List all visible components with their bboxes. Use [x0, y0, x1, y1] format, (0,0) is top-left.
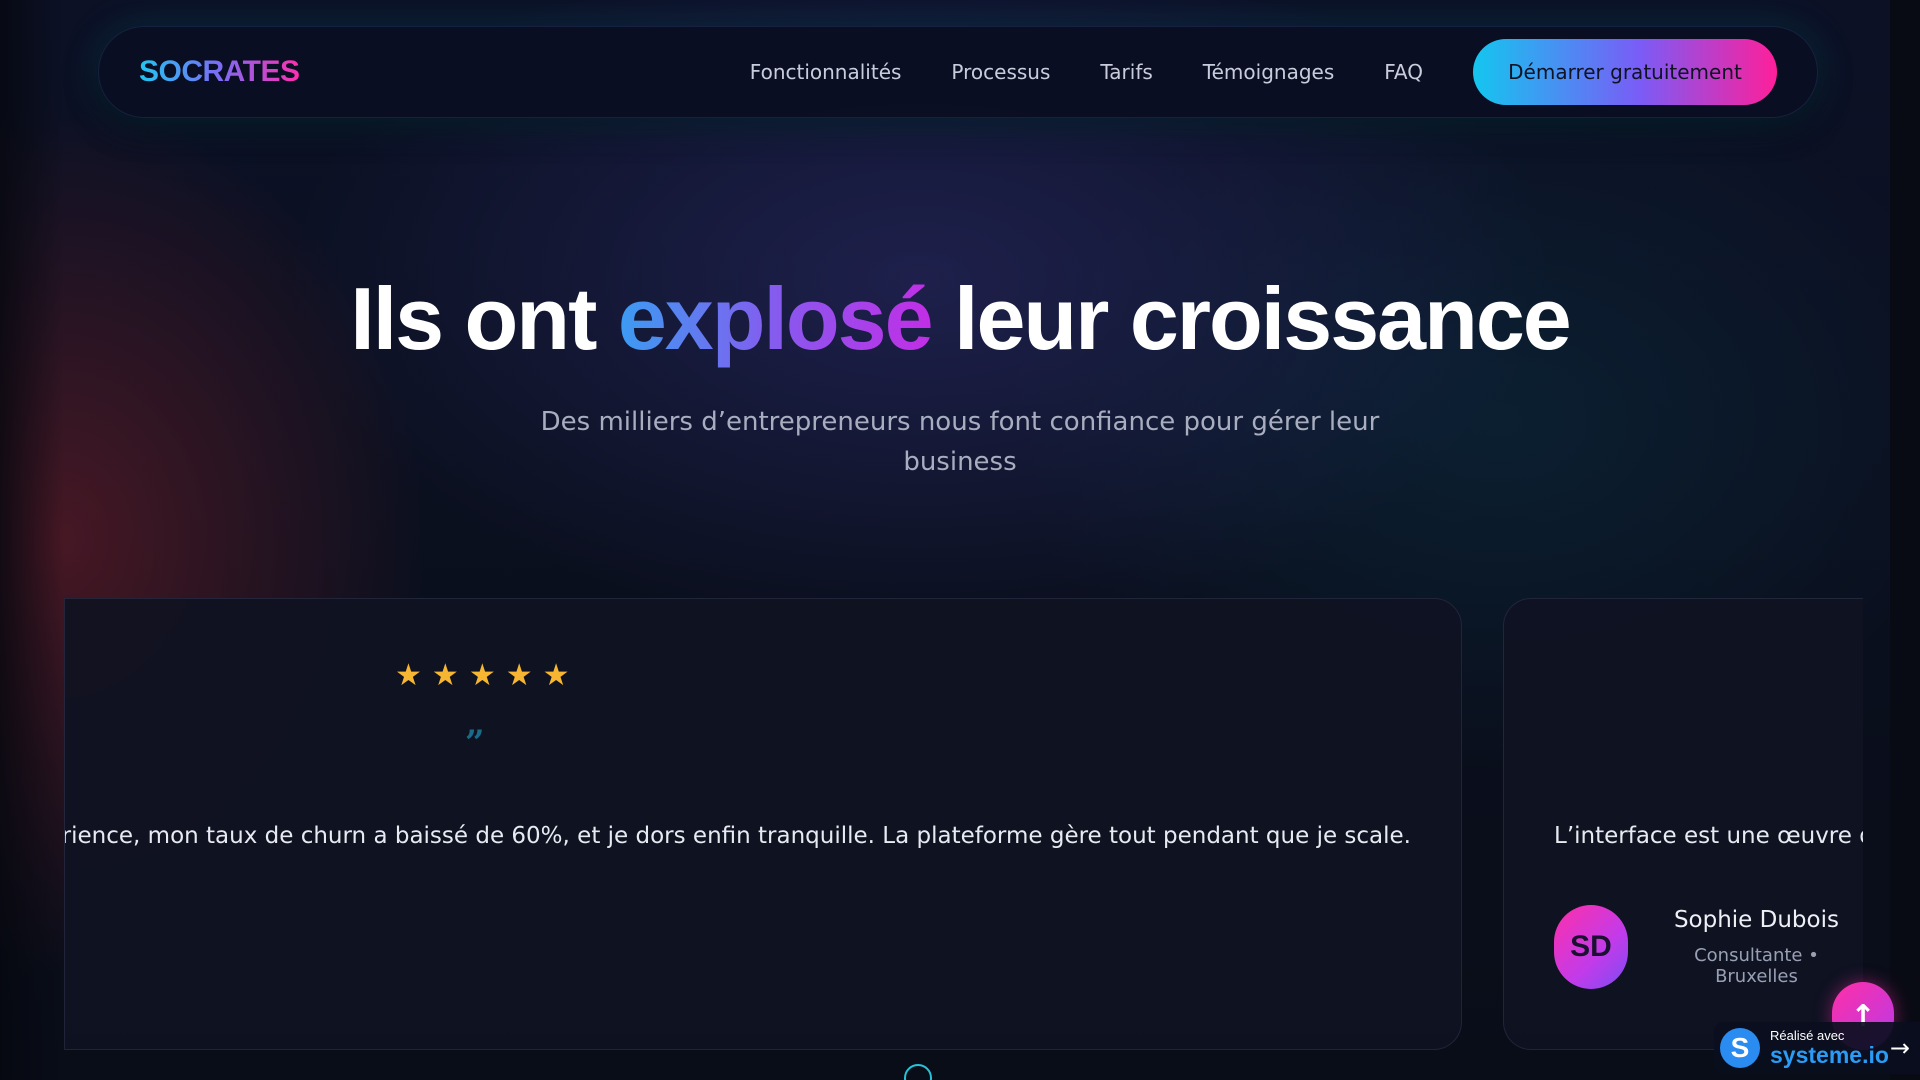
left-edge-shade	[0, 0, 64, 1080]
nav-link-faq[interactable]: FAQ	[1384, 60, 1423, 84]
nav-link-temoignages[interactable]: Témoignages	[1203, 60, 1334, 84]
star-icon: ★	[542, 658, 570, 693]
testimonial-text: L’interface est une œuvre d’ar	[1554, 823, 1863, 849]
author-role: Consultante • Bruxelles	[1694, 945, 1819, 987]
right-edge-shade	[1890, 0, 1920, 1080]
navbar: SOCRATES Fonctionnalités Processus Tarif…	[98, 26, 1818, 118]
systeme-logo-icon: S	[1720, 1028, 1760, 1068]
testimonial-author: SD Sophie Dubois Consultante • Bruxelles	[1554, 905, 1863, 989]
testimonial-text: s adorent l’expérience, mon taux de chur…	[64, 823, 1411, 849]
nav-link-tarifs[interactable]: Tarifs	[1100, 60, 1152, 84]
nav-link-processus[interactable]: Processus	[951, 60, 1050, 84]
testimonial-card: ★ ★ ★ ★ ★ ” s adorent l’expérience, mon …	[64, 598, 1462, 1050]
quote-icon: ”	[465, 723, 485, 763]
hero-subtitle: Des milliers d’entrepreneurs nous font c…	[540, 407, 1380, 477]
testimonial-card: L’interface est une œuvre d’ar SD Sophie…	[1503, 598, 1863, 1050]
star-icon: ★	[468, 658, 496, 693]
logo[interactable]: SOCRATES	[139, 55, 300, 89]
page: SOCRATES Fonctionnalités Processus Tarif…	[0, 0, 1920, 1080]
arrow-right-icon: →	[1889, 1034, 1910, 1062]
rating-stars: ★ ★ ★ ★ ★	[395, 661, 570, 691]
hero-title-start: Ils ont	[350, 269, 597, 368]
made-with-badge[interactable]: S Réalisé avec systeme.io →	[1714, 1022, 1920, 1074]
star-icon: ★	[505, 658, 533, 693]
author-info: Sophie Dubois Consultante • Bruxelles	[1650, 907, 1863, 987]
star-icon: ★	[431, 658, 459, 693]
hero-title-end: leur croissance	[954, 269, 1572, 368]
avatar: SD	[1554, 905, 1628, 989]
hero-title-highlight: explosé	[617, 269, 934, 368]
nav-link-fonctionnalites[interactable]: Fonctionnalités	[750, 60, 902, 84]
badge-brand: systeme.io	[1770, 1042, 1889, 1068]
badge-small-text: Réalisé avec	[1770, 1028, 1845, 1043]
star-icon: ★	[395, 658, 422, 693]
hero-title: Ils ont explosé leur croissance	[0, 268, 1920, 370]
author-name: Sophie Dubois	[1673, 907, 1839, 933]
badge-text: Réalisé avec systeme.io	[1770, 1029, 1889, 1067]
nav-links: Fonctionnalités Processus Tarifs Témoign…	[750, 60, 1423, 84]
start-free-button[interactable]: Démarrer gratuitement	[1473, 39, 1777, 105]
carousel-indicator[interactable]	[904, 1064, 932, 1080]
